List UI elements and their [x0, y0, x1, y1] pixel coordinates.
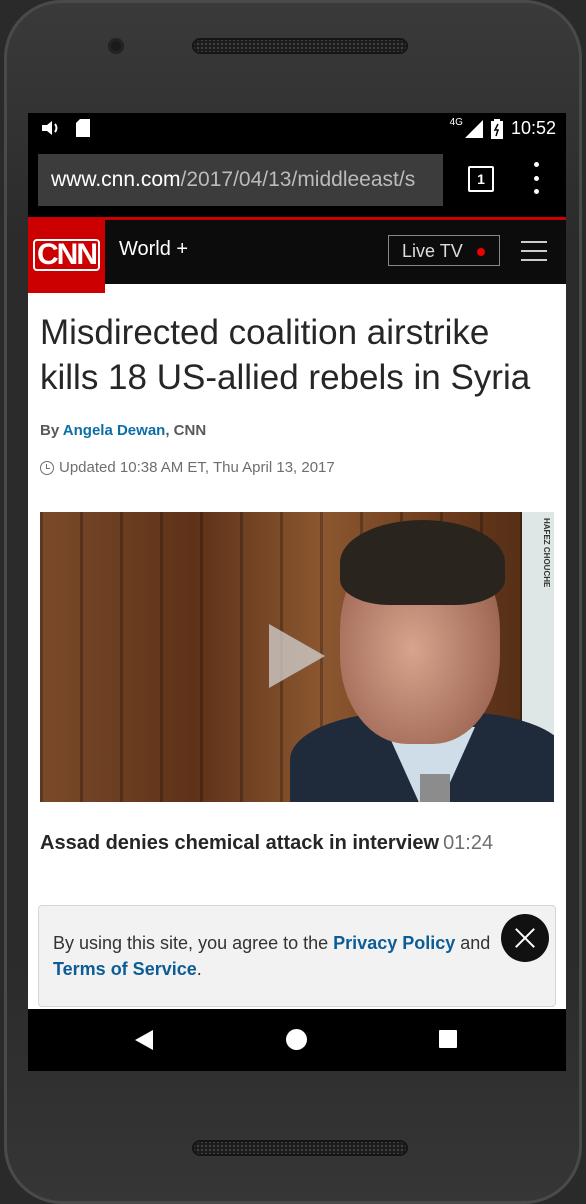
video-watermark: HAFEZ CHOUCHE: [542, 518, 551, 588]
clock-icon: [40, 460, 54, 475]
screen: 4G 10:52 www.cnn.com/2017/04/13/middleea…: [28, 113, 566, 1071]
recent-apps-icon[interactable]: [439, 1030, 457, 1048]
front-camera: [108, 38, 124, 54]
live-tv-button[interactable]: Live TV: [388, 235, 500, 266]
author-link[interactable]: Angela Dewan: [63, 422, 166, 439]
hamburger-menu-icon[interactable]: [521, 241, 547, 261]
battery-icon: [490, 118, 503, 139]
privacy-policy-link[interactable]: Privacy Policy: [333, 933, 455, 953]
url-domain: www.cnn.com: [51, 168, 181, 191]
terms-of-service-link[interactable]: Terms of Service: [53, 959, 197, 979]
updated-timestamp: Updated 10:38 AM ET, Thu April 13, 2017: [40, 459, 554, 476]
tab-switcher-button[interactable]: 1: [468, 166, 494, 192]
play-icon[interactable]: [269, 624, 325, 688]
cookie-consent-banner: By using this site, you agree to the Pri…: [38, 905, 556, 1007]
home-icon[interactable]: [286, 1029, 307, 1050]
top-speaker: [192, 38, 408, 54]
status-bar: 4G 10:52: [28, 113, 566, 146]
video-duration: 01:24: [443, 832, 494, 854]
signal-icon: [464, 119, 483, 138]
byline: By Angela Dewan, CNN: [40, 422, 207, 439]
cnn-logo[interactable]: CNN: [28, 217, 105, 293]
sd-card-icon: [76, 119, 90, 137]
headline: Misdirected coalition airstrike kills 18…: [40, 313, 531, 397]
video-player[interactable]: HAFEZ CHOUCHE: [40, 512, 554, 802]
video-caption[interactable]: Assad denies chemical attack in intervie…: [40, 832, 554, 855]
bottom-speaker: [192, 1140, 408, 1156]
back-icon[interactable]: [135, 1030, 153, 1050]
url-path: /2017/04/13/middleeast/s: [180, 168, 416, 191]
network-type: 4G: [449, 117, 463, 128]
url-field[interactable]: www.cnn.com/2017/04/13/middleeast/s: [38, 154, 443, 206]
article-content: Misdirected coalition airstrike kills 18…: [28, 310, 566, 855]
live-dot-icon: [477, 248, 485, 256]
section-menu[interactable]: World +: [119, 238, 188, 261]
consent-text: By using this site, you agree to the Pri…: [53, 933, 491, 979]
clock: 10:52: [510, 118, 556, 138]
volume-icon: [42, 121, 58, 135]
browser-toolbar: www.cnn.com/2017/04/13/middleeast/s 1: [28, 146, 566, 220]
close-icon[interactable]: [501, 914, 549, 962]
site-header: CNN World + Live TV: [28, 217, 566, 293]
overflow-menu-icon[interactable]: [528, 162, 544, 194]
android-nav-bar: [28, 1009, 566, 1071]
